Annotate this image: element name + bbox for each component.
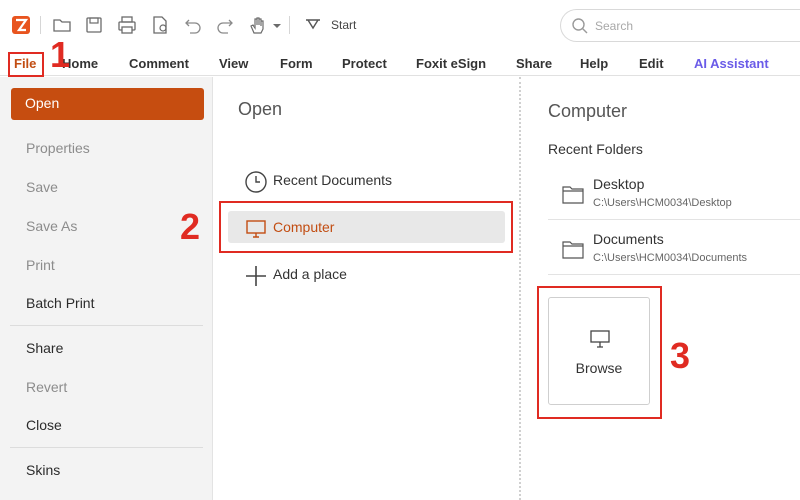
clock-icon: [245, 171, 267, 193]
menu-foxit-esign[interactable]: Foxit eSign: [416, 56, 486, 71]
menu-ai-assistant[interactable]: AI Assistant: [694, 56, 769, 71]
location-label: Recent Documents: [273, 172, 393, 188]
annotation-highlight-file: [8, 52, 44, 77]
search-icon: [572, 18, 588, 34]
redo-icon[interactable]: [214, 14, 236, 36]
computer-panel-title: Computer: [548, 101, 628, 121]
location-label: Add a place: [273, 266, 347, 282]
annotation-step-1: 1: [50, 34, 71, 75]
nav-save-as[interactable]: Save As: [26, 218, 77, 234]
menu-edit[interactable]: Edit: [639, 56, 664, 71]
annotation-highlight-browse: [537, 286, 662, 419]
recent-folders-heading: Recent Folders: [548, 141, 643, 157]
start-label[interactable]: Start: [331, 18, 356, 32]
menu-comment[interactable]: Comment: [129, 56, 189, 71]
file-backstage-nav: Open Properties Save Save As Print Batch…: [0, 77, 213, 500]
nav-divider: [10, 325, 203, 326]
nav-print[interactable]: Print: [26, 257, 55, 273]
nav-close[interactable]: Close: [26, 417, 62, 433]
nav-revert[interactable]: Revert: [26, 379, 67, 395]
annotation-highlight-computer: [219, 201, 513, 253]
menu-help[interactable]: Help: [580, 56, 608, 71]
folder-icon: [562, 186, 584, 204]
recent-folder-documents[interactable]: Documents C:\Users\HCM0034\Documents: [548, 227, 800, 275]
menu-view[interactable]: View: [219, 56, 248, 71]
open-panel-title: Open: [238, 99, 283, 119]
toolbar-separator: [289, 16, 290, 34]
annotation-step-3: 3: [670, 335, 691, 376]
undo-icon[interactable]: [182, 14, 204, 36]
location-recent-documents[interactable]: Recent Documents: [228, 164, 505, 196]
folder-name: Documents: [593, 231, 664, 247]
open-locations-panel: Open Recent Documents Computer Add a pla…: [214, 77, 518, 500]
plus-icon: [246, 266, 266, 286]
nav-properties[interactable]: Properties: [26, 140, 90, 156]
folder-path: C:\Users\HCM0034\Documents: [593, 252, 748, 264]
nav-share[interactable]: Share: [26, 340, 63, 356]
print-icon[interactable]: [116, 14, 138, 36]
dropdown-icon[interactable]: [266, 14, 281, 36]
menu-bar: File Home Comment View Form Protect Foxi…: [0, 52, 800, 76]
toolbar-separator: [40, 16, 41, 34]
save-icon[interactable]: [83, 14, 105, 36]
title-toolbar: Start: [0, 0, 800, 52]
search-input[interactable]: [595, 18, 775, 34]
start-icon[interactable]: [302, 14, 324, 36]
foxit-logo-icon: [12, 16, 30, 34]
menu-protect[interactable]: Protect: [342, 56, 387, 71]
nav-open-button[interactable]: Open: [11, 88, 204, 120]
folder-name: Desktop: [593, 176, 645, 192]
nav-batch-print[interactable]: Batch Print: [26, 295, 94, 311]
menu-share[interactable]: Share: [516, 56, 552, 71]
folder-path: C:\Users\HCM0034\Desktop: [593, 197, 732, 209]
pdf-icon[interactable]: [149, 14, 171, 36]
location-add-a-place[interactable]: Add a place: [228, 258, 505, 290]
nav-divider: [10, 447, 203, 448]
search-box[interactable]: [560, 9, 800, 42]
recent-folder-desktop[interactable]: Desktop C:\Users\HCM0034\Desktop: [548, 172, 800, 220]
folder-open-icon[interactable]: [51, 14, 73, 36]
nav-save[interactable]: Save: [26, 179, 58, 195]
nav-skins[interactable]: Skins: [26, 462, 60, 478]
annotation-step-2: 2: [180, 206, 201, 247]
menu-form[interactable]: Form: [280, 56, 313, 71]
folder-icon: [562, 241, 584, 259]
